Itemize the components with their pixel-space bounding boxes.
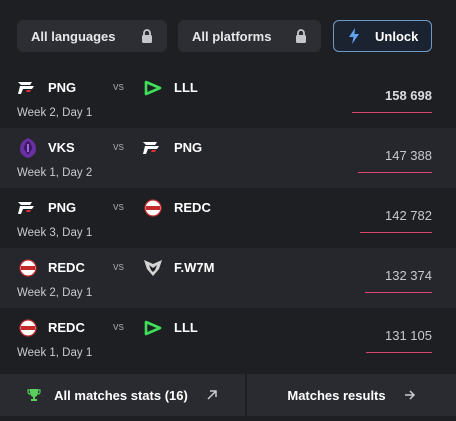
vks-logo-icon <box>17 137 39 159</box>
all-matches-stats-button[interactable]: All matches stats (16) <box>0 374 245 416</box>
lock-icon <box>296 29 306 43</box>
viewers-bar <box>365 292 432 293</box>
match-row[interactable]: REDC vs F.W7M Week 2, Day 1 132 374 <box>0 248 456 308</box>
languages-filter-label: All languages <box>31 28 116 44</box>
vs-label: vs <box>113 201 124 213</box>
filter-bar: All languages All platforms Unlock <box>0 0 456 72</box>
trophy-icon <box>27 389 41 401</box>
matches-list: PNG vs LLL Week 2, Day 1 158 698 VKS vs <box>0 68 456 368</box>
team1-name: REDC <box>48 260 85 275</box>
match-row[interactable]: PNG vs REDC Week 3, Day 1 142 782 <box>0 188 456 248</box>
viewers-count: 158 698 <box>385 88 432 103</box>
match-row[interactable]: VKS vs PNG Week 1, Day 2 147 388 <box>0 128 456 188</box>
all-matches-stats-label: All matches stats (16) <box>54 387 188 403</box>
match-row[interactable]: REDC vs LLL Week 1, Day 1 131 105 <box>0 308 456 368</box>
vs-label: vs <box>113 141 124 153</box>
viewers-bar <box>360 232 432 233</box>
team1-name: PNG <box>48 80 77 95</box>
vs-label: vs <box>113 321 124 333</box>
matches-results-label: Matches results <box>287 387 386 403</box>
viewers-count: 131 105 <box>385 328 432 343</box>
match-round: Week 2, Day 1 <box>17 107 93 119</box>
unlock-label: Unlock <box>375 28 419 44</box>
viewers-bar <box>366 352 432 353</box>
team2-name: F.W7M <box>174 260 215 275</box>
lock-icon <box>142 29 152 43</box>
languages-filter-button[interactable]: All languages <box>17 20 167 52</box>
lll-logo-icon <box>142 77 164 99</box>
team2-name: LLL <box>174 80 198 95</box>
png-logo-icon <box>17 77 39 99</box>
png-logo-icon <box>17 197 39 219</box>
viewers-bar <box>352 112 432 113</box>
arrow-up-right-icon <box>207 390 217 400</box>
team1-name: REDC <box>48 320 85 335</box>
viewers-bar <box>358 172 432 173</box>
redc-logo-icon <box>17 257 39 279</box>
team1-name: PNG <box>48 200 77 215</box>
w7m-logo-icon <box>142 257 164 279</box>
platforms-filter-button[interactable]: All platforms <box>178 20 321 52</box>
viewers-count: 142 782 <box>385 208 432 223</box>
redc-logo-icon <box>142 197 164 219</box>
match-round: Week 1, Day 2 <box>17 167 93 179</box>
lll-logo-icon <box>142 317 164 339</box>
lightning-icon <box>349 28 359 44</box>
match-round: Week 2, Day 1 <box>17 287 93 299</box>
viewers-count: 132 374 <box>385 268 432 283</box>
redc-logo-icon <box>17 317 39 339</box>
footer-bar: All matches stats (16) Matches results <box>0 374 456 421</box>
arrow-right-icon <box>404 390 415 400</box>
match-round: Week 3, Day 1 <box>17 227 93 239</box>
team2-name: PNG <box>174 140 203 155</box>
team1-name: VKS <box>48 140 75 155</box>
vs-label: vs <box>113 261 124 273</box>
match-round: Week 1, Day 1 <box>17 347 93 359</box>
team2-name: REDC <box>174 200 211 215</box>
png-logo-icon <box>142 137 164 159</box>
unlock-button[interactable]: Unlock <box>333 20 432 52</box>
matches-results-button[interactable]: Matches results <box>247 374 456 416</box>
match-row[interactable]: PNG vs LLL Week 2, Day 1 158 698 <box>0 68 456 128</box>
team2-name: LLL <box>174 320 198 335</box>
vs-label: vs <box>113 81 124 93</box>
viewers-count: 147 388 <box>385 148 432 163</box>
platforms-filter-label: All platforms <box>192 28 272 44</box>
